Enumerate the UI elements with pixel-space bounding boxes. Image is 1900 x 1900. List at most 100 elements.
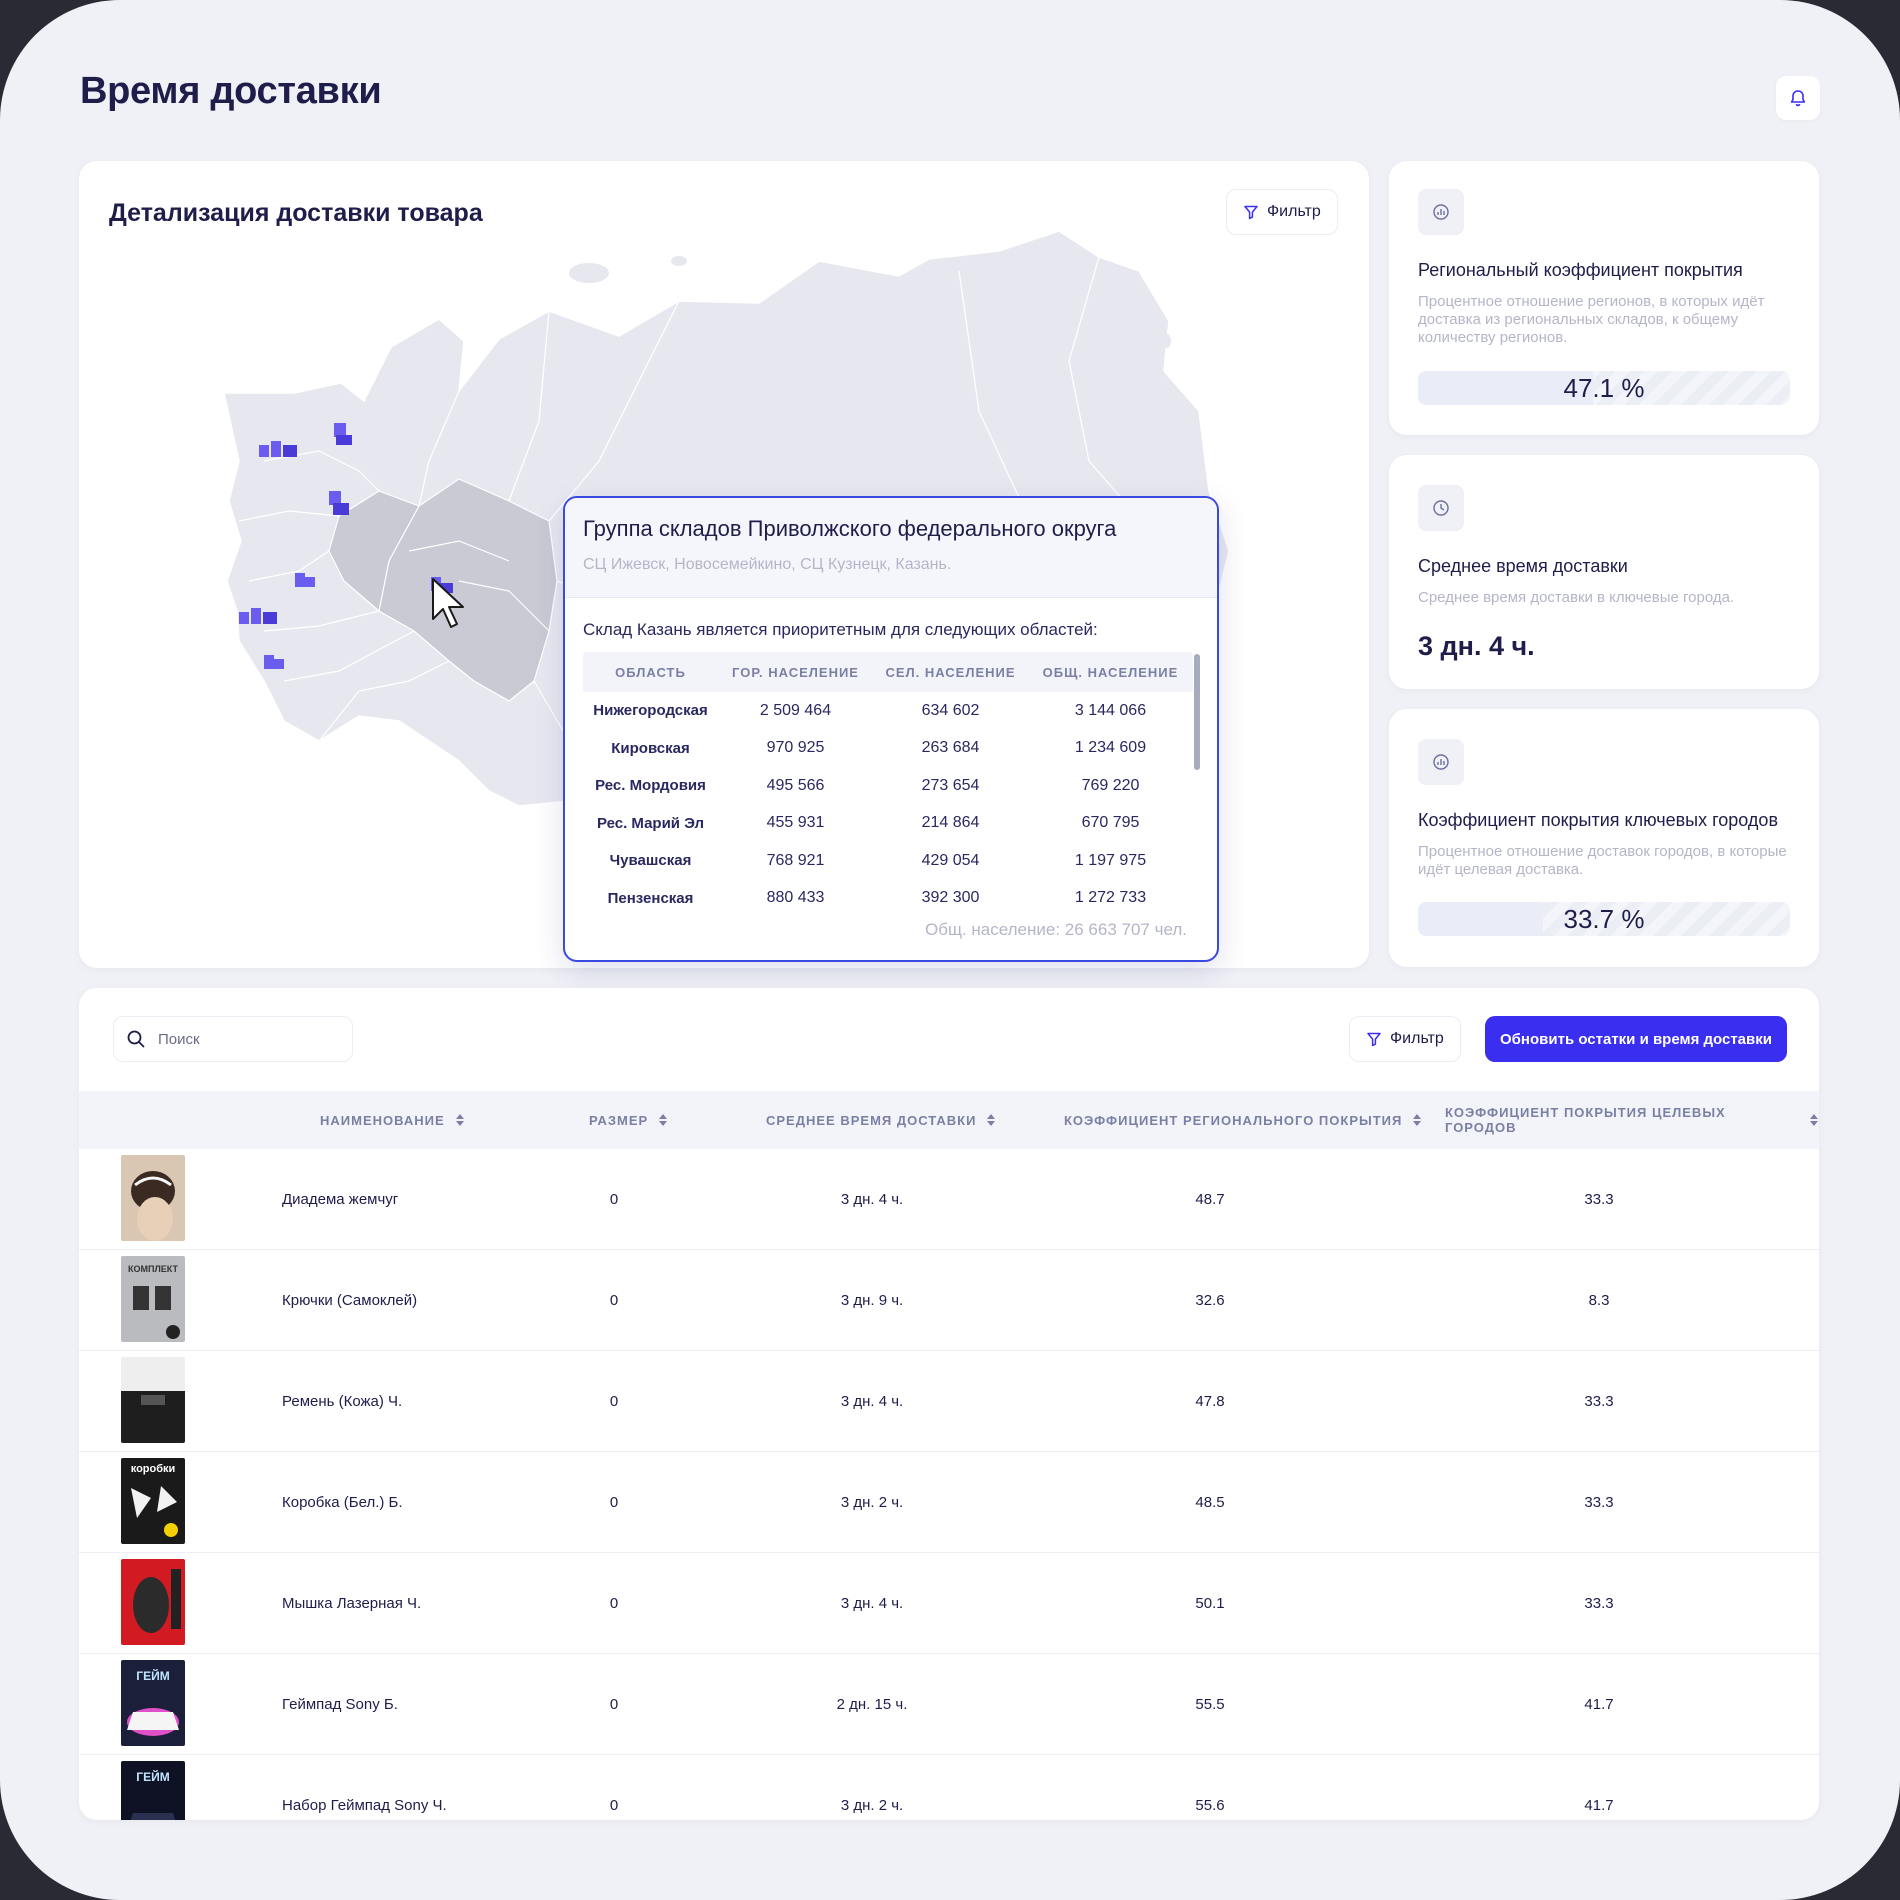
- product-name: Диадема жемчуг: [282, 1190, 399, 1208]
- table-row[interactable]: ГЕЙМ Набор Геймпад Sony Ч. 0 3 дн. 2 ч. 55.6…: [79, 1755, 1819, 1820]
- rural-population: 429 054: [921, 851, 980, 869]
- sort-icon: [1413, 1114, 1422, 1126]
- filter-icon: [1367, 1032, 1381, 1047]
- col-size[interactable]: РАЗМЕР: [589, 1091, 668, 1149]
- region-name: Рес. Мордовия: [595, 777, 706, 795]
- table-row[interactable]: коробки Коробка (Бел.) Б. 0 3 дн. 2 ч. 48.5 3…: [79, 1452, 1819, 1553]
- product-size: 0: [609, 1796, 619, 1814]
- regional-coverage-card: Региональный коэффициент покрытия Процен…: [1389, 161, 1819, 435]
- col-target-coverage[interactable]: КОЭФФИЦИЕНТ ПОКРЫТИЯ ЦЕЛЕВЫХ ГОРОДОВ: [1445, 1091, 1819, 1149]
- popup-table-row: Рес. Мордовия 495 566 273 654 769 220: [583, 767, 1193, 805]
- product-name: Ремень (Кожа) Ч.: [282, 1392, 403, 1410]
- col-region: ОБЛАСТЬ: [583, 652, 718, 692]
- map-card-title: Детализация доставки товара: [109, 199, 483, 227]
- table-row[interactable]: Ремень (Кожа) Ч. 0 3 дн. 4 ч. 47.8 33.3: [79, 1351, 1819, 1452]
- region-name: Рес. Марий Эл: [596, 814, 705, 832]
- target-coverage: 33.3: [1584, 1493, 1614, 1511]
- update-stock-button[interactable]: Обновить остатки и время доставки: [1485, 1016, 1787, 1062]
- popup-total-population: Общ. население: 26 663 707 чел.: [925, 920, 1187, 939]
- col-regional-coverage[interactable]: КОЭФФИЦИЕНТ РЕГИОНАЛЬНОГО ПОКРЫТИЯ: [1064, 1091, 1422, 1149]
- product-thumbnail: [121, 1357, 185, 1443]
- products-table-card: Фильтр Обновить остатки и время доставки…: [79, 988, 1819, 1820]
- urban-population: 495 566: [766, 776, 825, 794]
- col-name[interactable]: НАИМЕНОВАНИЕ: [320, 1091, 465, 1149]
- product-size: 0: [609, 1291, 619, 1309]
- col-rural-population: СЕЛ. НАСЕЛЕНИЕ: [873, 652, 1028, 692]
- urban-population: 2 509 464: [759, 701, 832, 719]
- regional-coverage: 48.5: [1195, 1493, 1225, 1511]
- col-regional-label: КОЭФФИЦИЕНТ РЕГИОНАЛЬНОГО ПОКРЫТИЯ: [1064, 1112, 1403, 1128]
- avg-delivery-time: 2 дн. 15 ч.: [836, 1695, 908, 1713]
- product-size: 0: [609, 1493, 619, 1511]
- stat-description: Процентное отношение доставок городов, в…: [1418, 843, 1787, 878]
- regional-coverage: 55.5: [1195, 1695, 1225, 1713]
- search-icon: [127, 1030, 145, 1048]
- rural-population: 634 602: [921, 701, 980, 719]
- search-input[interactable]: [158, 1030, 328, 1048]
- popup-scrollbar[interactable]: [1193, 652, 1201, 914]
- popup-table-row: Рес. Марий Эл 455 931 214 864 670 795: [583, 805, 1193, 843]
- popup-table-row: Нижегородская 2 509 464 634 602 3 144 066: [583, 692, 1193, 730]
- regional-coverage: 48.7: [1195, 1190, 1225, 1208]
- target-coverage: 33.3: [1584, 1392, 1614, 1410]
- product-size: 0: [609, 1392, 619, 1410]
- product-size: 0: [609, 1594, 619, 1612]
- region-name: Чувашская: [609, 852, 692, 870]
- popup-table-row: Кировская 970 925 263 684 1 234 609: [583, 730, 1193, 768]
- product-thumbnail: ГЕЙМ: [121, 1660, 185, 1746]
- stat-title: Коэффициент покрытия ключевых городов: [1418, 810, 1778, 830]
- urban-population: 970 925: [766, 739, 825, 757]
- table-header: НАИМЕНОВАНИЕ РАЗМЕР СРЕДНЕЕ ВРЕМЯ ДОСТАВ…: [79, 1091, 1819, 1149]
- map-filter-button[interactable]: Фильтр: [1226, 189, 1338, 235]
- product-size: 0: [609, 1190, 619, 1208]
- stat-title: Среднее время доставки: [1418, 556, 1628, 576]
- popup-header: Группа складов Приволжского федерального…: [565, 498, 1217, 598]
- urban-population: 768 921: [766, 851, 825, 869]
- total-population: 1 197 975: [1074, 851, 1147, 869]
- scrollbar-thumb[interactable]: [1194, 654, 1200, 770]
- page-title: Время доставки: [80, 70, 382, 112]
- col-target-label: КОЭФФИЦИЕНТ ПОКРЫТИЯ ЦЕЛЕВЫХ ГОРОДОВ: [1445, 1105, 1726, 1135]
- search-box[interactable]: [113, 1016, 353, 1062]
- chart-circle-icon: [1418, 189, 1464, 235]
- key-cities-coverage-card: Коэффициент покрытия ключевых городов Пр…: [1389, 709, 1819, 967]
- filter-label: Фильтр: [1267, 203, 1321, 220]
- regional-coverage: 50.1: [1195, 1594, 1225, 1612]
- product-size: 0: [609, 1695, 619, 1713]
- col-size-label: РАЗМЕР: [589, 1112, 649, 1128]
- table-row[interactable]: ГЕЙМ Геймпад Sony Б. 0 2 дн. 15 ч. 55.5 41.7: [79, 1654, 1819, 1755]
- product-name: Крючки (Самоклей): [282, 1291, 418, 1309]
- table-filter-button[interactable]: Фильтр: [1349, 1016, 1461, 1062]
- filter-label: Фильтр: [1390, 1030, 1444, 1047]
- svg-text:ГЕЙМ: ГЕЙМ: [136, 1668, 169, 1683]
- notifications-button[interactable]: [1776, 76, 1820, 120]
- product-thumbnail: [121, 1155, 185, 1241]
- warehouse-group-popup: Группа складов Приволжского федерального…: [563, 496, 1219, 962]
- col-avg-time[interactable]: СРЕДНЕЕ ВРЕМЯ ДОСТАВКИ: [766, 1091, 996, 1149]
- clock-icon: [1418, 485, 1464, 531]
- popup-regions-table[interactable]: ОБЛАСТЬ ГОР. НАСЕЛЕНИЕ СЕЛ. НАСЕЛЕНИЕ ОБ…: [583, 652, 1193, 914]
- regional-coverage: 32.6: [1195, 1291, 1225, 1309]
- total-population: 1 234 609: [1074, 739, 1147, 757]
- stat-description: Среднее время доставки в ключевые города…: [1418, 589, 1735, 606]
- regional-coverage: 55.6: [1195, 1796, 1225, 1814]
- stat-title: Региональный коэффициент покрытия: [1418, 260, 1743, 280]
- avg-delivery-time: 3 дн. 9 ч.: [840, 1291, 904, 1309]
- popup-title: Группа складов Приволжского федерального…: [583, 516, 1117, 541]
- filter-icon: [1244, 205, 1258, 220]
- popup-table-header: ОБЛАСТЬ ГОР. НАСЕЛЕНИЕ СЕЛ. НАСЕЛЕНИЕ ОБ…: [583, 652, 1193, 692]
- sort-icon: [455, 1114, 464, 1126]
- table-row[interactable]: Мышка Лазерная Ч. 0 3 дн. 4 ч. 50.1 33.3: [79, 1553, 1819, 1654]
- regional-coverage-progress: 47.1 %: [1418, 371, 1790, 405]
- sort-icon: [1810, 1114, 1819, 1126]
- target-coverage: 41.7: [1584, 1796, 1614, 1814]
- table-row[interactable]: Диадема жемчуг 0 3 дн. 4 ч. 48.7 33.3: [79, 1149, 1819, 1250]
- popup-note: Склад Казань является приоритетным для с…: [583, 620, 1098, 639]
- table-row[interactable]: КОМПЛЕКТ Крючки (Самоклей) 0 3 дн. 9 ч. 32.6…: [79, 1250, 1819, 1351]
- urban-population: 880 433: [766, 889, 825, 907]
- product-name: Мышка Лазерная Ч.: [282, 1594, 422, 1612]
- product-thumbnail: КОМПЛЕКТ: [121, 1256, 185, 1342]
- svg-text:ГЕЙМ: ГЕЙМ: [136, 1769, 169, 1784]
- map-island: [1163, 334, 1171, 348]
- svg-text:коробки: коробки: [131, 1463, 176, 1475]
